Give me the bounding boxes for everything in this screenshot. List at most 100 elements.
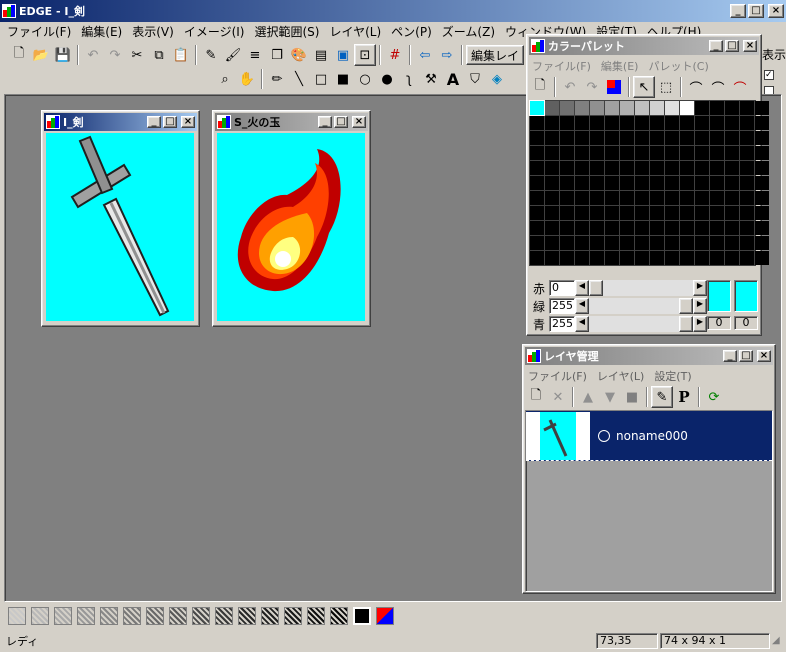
palette-cell[interactable] [620,251,634,265]
undo-icon[interactable]: ↶ [559,76,581,98]
close-button[interactable]: × [757,350,771,362]
move-left-icon[interactable]: ⇦ [414,44,436,66]
menu-selection[interactable]: 選択範囲(S) [249,23,324,40]
redo-icon[interactable]: ↷ [581,76,603,98]
background-color-swatch[interactable] [734,280,758,312]
palette-cell[interactable] [740,161,754,175]
new-palette-icon[interactable]: 🗋 [529,76,551,98]
palette-cell[interactable] [755,206,769,220]
palette-cell[interactable] [560,161,574,175]
maximize-button[interactable]: □ [748,4,764,18]
green-left-arrow[interactable]: ◀ [575,298,589,314]
palette-cell[interactable] [710,161,724,175]
palette-cell[interactable] [530,146,544,160]
palette-cell[interactable] [665,206,679,220]
palette-cell[interactable] [590,101,604,115]
menu-edit[interactable]: 編集(E) [76,23,127,40]
palette-cell[interactable] [725,161,739,175]
palette-cell[interactable] [755,191,769,205]
palette-cell[interactable] [725,206,739,220]
palette-cell[interactable] [635,146,649,160]
palette-cell[interactable] [635,176,649,190]
rectangle-icon[interactable]: □ [310,68,332,90]
layer-up-icon[interactable]: ▲ [577,386,599,408]
palette-cell[interactable] [755,176,769,190]
palette-cell[interactable] [575,131,589,145]
maximize-button[interactable]: □ [739,350,753,362]
palette-cell[interactable] [740,146,754,160]
palette-cell[interactable] [545,146,559,160]
palette-cell[interactable] [665,101,679,115]
doc-window-sword-titlebar[interactable]: I_剣 _ □ × [44,113,197,131]
palette-cell[interactable] [560,221,574,235]
palette-cell[interactable] [650,176,664,190]
gradient-2-icon[interactable]: ⌒ [707,76,729,98]
palette-cell[interactable] [710,131,724,145]
edit-layer-button[interactable]: 編集レイ [466,45,525,65]
move-right-icon[interactable]: ⇨ [436,44,458,66]
palette-cell[interactable] [635,206,649,220]
filled-rectangle-icon[interactable]: ■ [332,68,354,90]
pattern-swatch[interactable] [307,607,325,625]
fill-icon[interactable]: ◈ [486,68,508,90]
palette-cell[interactable] [695,251,709,265]
hand-icon[interactable]: ✋ [236,68,258,90]
palette-cell[interactable] [620,161,634,175]
doc-window-sword[interactable]: I_剣 _ □ × [41,110,200,327]
palette-cell[interactable] [725,101,739,115]
palette-cell[interactable] [710,146,724,160]
palette-cell[interactable] [545,206,559,220]
palette-cell[interactable] [695,116,709,130]
maximize-button[interactable]: □ [725,40,739,52]
blue-left-arrow[interactable]: ◀ [575,316,589,332]
palette-cell[interactable] [665,236,679,250]
close-button[interactable]: × [768,4,784,18]
select-rect-icon[interactable]: ⬚ [655,76,677,98]
palette-cell[interactable] [590,116,604,130]
paste-icon[interactable]: 📋 [170,44,192,66]
palette-cell[interactable] [740,236,754,250]
palette-cell[interactable] [680,116,694,130]
open-folder-icon[interactable]: 📂 [30,44,52,66]
palette-cell[interactable] [605,191,619,205]
palette-cell[interactable] [710,176,724,190]
view-checkbox-1[interactable]: ✓ [764,70,774,80]
palette-cell[interactable] [710,101,724,115]
palette-cell[interactable] [755,101,769,115]
palette-cell[interactable] [710,191,724,205]
foreground-color-swatch[interactable] [707,280,731,312]
palette-cell[interactable] [530,191,544,205]
close-button[interactable]: × [181,116,195,128]
palette-cell[interactable] [575,146,589,160]
palette-cell[interactable] [635,131,649,145]
palette-cell[interactable] [680,131,694,145]
palette-cell[interactable] [665,116,679,130]
delete-layer-icon[interactable]: ✕ [547,386,569,408]
palette-cell[interactable] [695,101,709,115]
layer-menu-file[interactable]: ファイル(F) [523,368,592,384]
palette-cell[interactable] [650,101,664,115]
layer-visibility-icon[interactable] [598,429,610,442]
palette-cell[interactable] [740,176,754,190]
palette-cell[interactable] [695,221,709,235]
layers-icon[interactable]: ❐ [266,44,288,66]
undo-icon[interactable]: ↶ [82,44,104,66]
palette-cell[interactable] [680,221,694,235]
palette-cell[interactable] [710,236,724,250]
palette-cell[interactable] [530,221,544,235]
palette-cell[interactable] [740,131,754,145]
palette-cell[interactable] [575,221,589,235]
palette-cell[interactable] [650,236,664,250]
filled-ellipse-icon[interactable]: ● [376,68,398,90]
preview-icon[interactable]: ⊡ [354,44,376,66]
menu-file[interactable]: ファイル(F) [2,23,76,40]
palette-cell[interactable] [605,176,619,190]
palette-cell[interactable] [680,176,694,190]
palette-cell[interactable] [545,161,559,175]
palette-cell[interactable] [665,191,679,205]
palette-cell[interactable] [725,191,739,205]
image-icon[interactable]: ▣ [332,44,354,66]
palette-cell[interactable] [755,146,769,160]
palette-cell[interactable] [620,176,634,190]
palette-menu-palette[interactable]: パレット(C) [643,58,713,74]
